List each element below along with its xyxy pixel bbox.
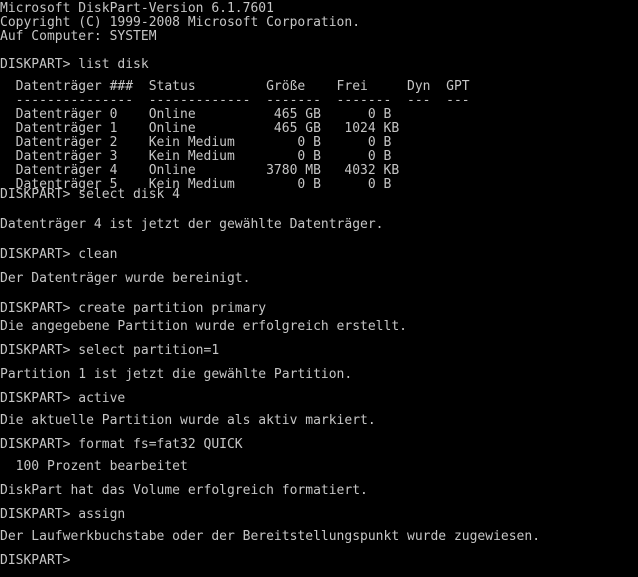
header-copyright-line: Copyright (C) 1999-2008 Microsoft Corpor… <box>0 15 361 30</box>
table-row: Datenträger 3 Kein Medium 0 B 0 B <box>0 149 392 164</box>
table-row: Datenträger 0 Online 465 GB 0 B <box>0 107 392 122</box>
command-format: DISKPART> format fs=fat32 QUICK <box>0 437 243 452</box>
command-list-disk: DISKPART> list disk <box>0 57 149 72</box>
diskpart-console-window[interactable]: Microsoft DiskPart-Version 6.1.7601 Copy… <box>0 0 638 577</box>
prompt-active[interactable]: DISKPART> <box>0 554 70 568</box>
command-create-partition: DISKPART> create partition primary <box>0 301 267 316</box>
header-product-line: Microsoft DiskPart-Version 6.1.7601 <box>0 1 274 16</box>
command-select-partition: DISKPART> select partition=1 <box>0 343 220 358</box>
output-format-success: DiskPart hat das Volume erfolgreich form… <box>0 483 368 498</box>
output-letter-assigned: Der Laufwerkbuchstabe oder der Bereitste… <box>0 529 541 544</box>
header-computer-line: Auf Computer: SYSTEM <box>0 29 157 44</box>
command-clean: DISKPART> clean <box>0 247 118 262</box>
command-select-disk: DISKPART> select disk 4 <box>0 187 181 202</box>
output-partition-active: Die aktuelle Partition wurde als aktiv m… <box>0 413 376 428</box>
output-disk-cleaned: Der Datenträger wurde bereinigt. <box>0 271 251 286</box>
command-assign: DISKPART> assign <box>0 507 126 522</box>
disk-table-header: Datenträger ### Status Größe Frei Dyn GP… <box>0 79 470 94</box>
command-active: DISKPART> active <box>0 391 126 406</box>
output-format-progress: 100 Prozent bearbeitet <box>0 459 188 474</box>
disk-table-separator: --------------- ------------- ------- --… <box>0 93 470 108</box>
table-row: Datenträger 1 Online 465 GB 1024 KB <box>0 121 400 136</box>
table-row: Datenträger 2 Kein Medium 0 B 0 B <box>0 135 392 150</box>
output-partition-created: Die angegebene Partition wurde erfolgrei… <box>0 319 407 334</box>
table-row: Datenträger 4 Online 3780 MB 4032 KB <box>0 163 400 178</box>
output-partition-selected: Partition 1 ist jetzt die gewählte Parti… <box>0 367 353 382</box>
output-disk-selected: Datenträger 4 ist jetzt der gewählte Dat… <box>0 217 384 232</box>
